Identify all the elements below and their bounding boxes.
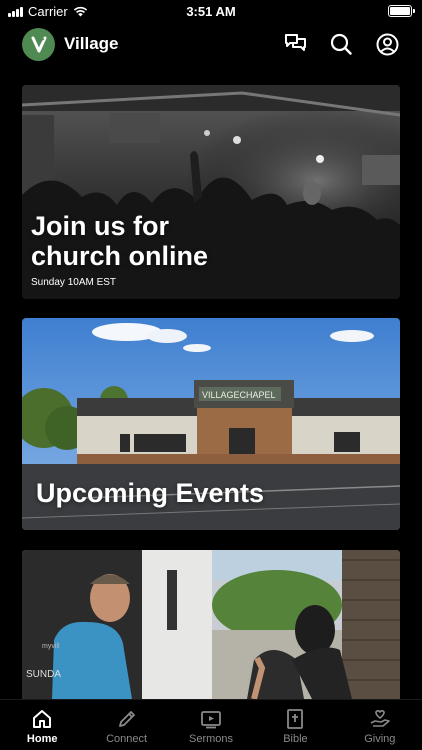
leaf-v-icon: [31, 36, 46, 53]
signal-icon: [8, 6, 23, 17]
wall-text: myvill: [42, 643, 60, 650]
status-bar: Carrier 3:51 AM: [0, 0, 422, 22]
tab-sermons[interactable]: Sermons: [169, 700, 253, 750]
tab-home-label: Home: [26, 733, 58, 745]
tab-bible-label: Bible: [283, 733, 308, 745]
upcoming-events-text: Upcoming Events: [36, 478, 264, 508]
tab-connect-label: Connect: [106, 733, 148, 745]
tab-bar: Home Connect Sermons Bible Giving: [0, 699, 422, 750]
tab-sermons-label: Sermons: [189, 733, 234, 745]
community-card[interactable]: myvill SUNDA: [22, 550, 400, 699]
bible-icon: [287, 709, 304, 729]
account-button[interactable]: [374, 31, 400, 57]
upcoming-events-card[interactable]: VILLAGECHAPEL Upcoming Events: [22, 318, 400, 530]
church-online-subtitle: Sunday 10AM EST: [31, 277, 117, 289]
search-button[interactable]: [328, 31, 354, 57]
community-photo: myvill SUNDA: [22, 550, 400, 699]
church-online-title-line2: church online: [31, 241, 209, 272]
battery-icon: [388, 5, 415, 17]
tab-home[interactable]: Home: [0, 700, 84, 750]
app-title: Village: [64, 34, 119, 53]
tab-connect[interactable]: Connect: [84, 700, 168, 750]
status-left: Carrier: [8, 4, 88, 19]
church-online-card[interactable]: Join us for church online Sunday 10AM ES…: [22, 85, 400, 299]
giving-hand-icon: [370, 710, 390, 727]
app-header: Village: [0, 24, 422, 64]
carrier-label: Carrier: [28, 3, 68, 19]
tab-bible[interactable]: Bible: [253, 700, 337, 750]
header-actions: [282, 31, 400, 57]
church-online-title-line1: Join us for: [31, 211, 170, 241]
chat-button[interactable]: [282, 31, 308, 57]
home-icon: [33, 710, 52, 728]
search-icon: [330, 33, 352, 55]
account-icon: [376, 33, 398, 55]
pencil-icon: [118, 711, 135, 727]
wifi-icon: [73, 6, 87, 16]
village-logo[interactable]: [22, 27, 55, 61]
chat-bubbles-icon: [284, 34, 306, 51]
upcoming-events-title: Upcoming Events: [36, 478, 265, 508]
church-online-text: Join us for church online Sunday 10AM ES…: [31, 211, 208, 288]
tab-giving[interactable]: Giving: [338, 700, 422, 750]
wall-text-sunday: SUNDA: [26, 669, 61, 680]
tab-giving-label: Giving: [364, 733, 396, 745]
chapel-sign-text: VILLAGECHAPEL: [202, 390, 276, 400]
video-player-icon: [201, 711, 221, 729]
